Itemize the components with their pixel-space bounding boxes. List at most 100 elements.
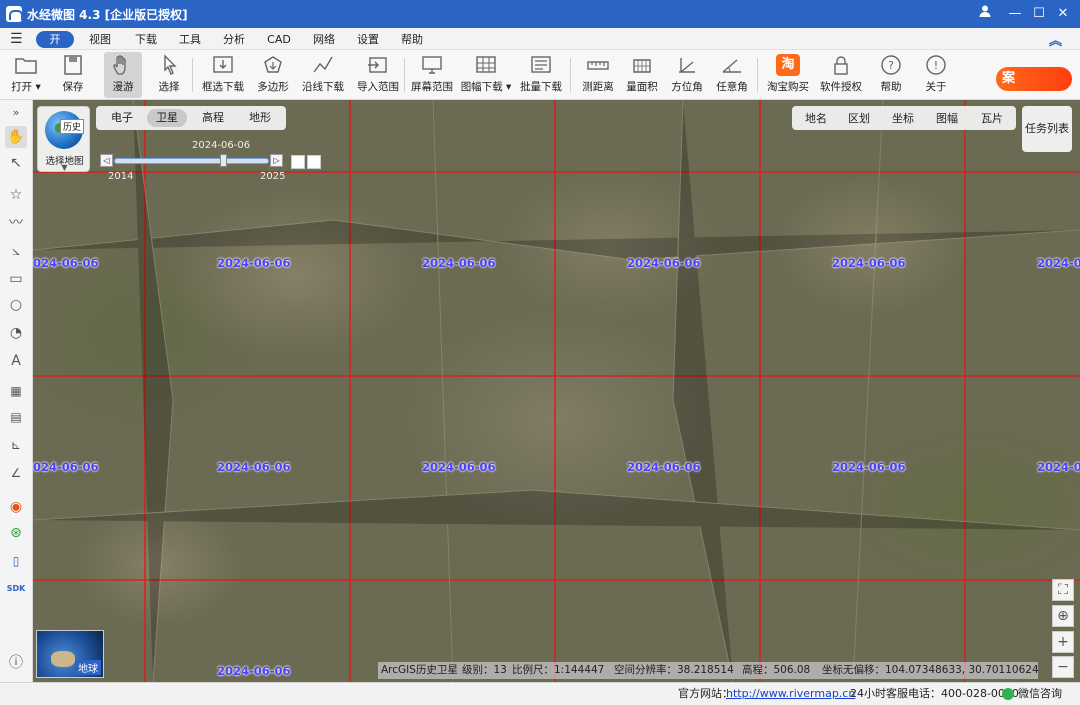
- box-download-icon: [213, 56, 233, 73]
- box-download-label: 框选下载: [202, 81, 244, 93]
- toolbar-separator: [757, 58, 758, 92]
- zoom-in-button[interactable]: +: [1052, 631, 1074, 653]
- maximize-button[interactable]: ☐: [1028, 4, 1050, 24]
- draw-sector-icon[interactable]: ◔: [5, 322, 27, 344]
- select-button[interactable]: 选择: [143, 52, 195, 98]
- menu-analysis[interactable]: 分析: [220, 31, 248, 48]
- taobao-buy-button[interactable]: 淘 淘宝购买: [762, 52, 814, 98]
- status-level: 级别：13: [462, 664, 507, 676]
- map-type-electronic[interactable]: 电子: [102, 109, 142, 127]
- layer-sheets[interactable]: 图幅: [927, 110, 967, 126]
- expand-sidebar-icon[interactable]: »: [5, 102, 27, 124]
- any-angle-button[interactable]: 任意角: [706, 52, 758, 98]
- map-canvas[interactable]: 2024-06-06 2024-06-06 2024-06-06 2024-06…: [33, 100, 1080, 682]
- collapse-ribbon-icon[interactable]: ︽: [1049, 30, 1062, 49]
- fullscreen-icon[interactable]: ⛶: [1052, 579, 1074, 601]
- link-icon[interactable]: ⊛: [5, 522, 27, 544]
- screen-range-button[interactable]: 屏幕范围: [406, 52, 458, 98]
- select-arrow-icon[interactable]: ↖: [5, 152, 27, 174]
- lock-icon: [834, 56, 848, 75]
- open-button[interactable]: 打开 ▾: [0, 52, 52, 98]
- status-resolution: 空间分辨率：38.218514: [614, 664, 734, 676]
- draw-marker-icon[interactable]: ☆: [5, 184, 27, 206]
- select-map-button[interactable]: 历史 选择地图 ▼: [37, 106, 90, 172]
- ruler-icon[interactable]: ▦: [5, 380, 27, 402]
- toolbar: 打开 ▾ 保存 漫游 选择 框选下载 多边形 沿线下载 导入范围 屏幕范围 图幅…: [0, 50, 1080, 100]
- menu-view[interactable]: 视图: [86, 31, 114, 48]
- batch-icon: [531, 56, 551, 73]
- earth-globe-icon[interactable]: ◉: [5, 496, 27, 518]
- menu-download[interactable]: 下载: [132, 31, 160, 48]
- layer-coordinates[interactable]: 坐标: [883, 110, 923, 126]
- about-label: 关于: [925, 81, 947, 93]
- menu-cad[interactable]: CAD: [264, 31, 294, 48]
- grid-date-label: 2024-06-06: [422, 460, 496, 474]
- menu-tools[interactable]: 工具: [176, 31, 204, 48]
- line-download-icon: [313, 56, 333, 73]
- timeline-current-date: 2024-06-06: [192, 140, 251, 151]
- status-source: ArcGIS历史卫星: [381, 664, 458, 676]
- title-bar: 水经微图 4.3 [企业版已授权] — ☐ ✕: [0, 0, 1080, 28]
- area-icon: [633, 59, 651, 73]
- task-list-button[interactable]: 任务列表: [1022, 106, 1072, 152]
- zoom-out-button[interactable]: −: [1052, 656, 1074, 678]
- draw-circle-icon[interactable]: ○: [5, 294, 27, 316]
- import-range-label: 导入范围: [357, 81, 399, 93]
- box-download-button[interactable]: 框选下载: [197, 52, 249, 98]
- angle-icon[interactable]: ∠: [5, 462, 27, 484]
- menu-settings[interactable]: 设置: [354, 31, 382, 48]
- timeline-option-box[interactable]: [307, 155, 321, 169]
- grid-date-label: 2024-06-06: [832, 460, 906, 474]
- layer-tiles[interactable]: 瓦片: [972, 110, 1012, 126]
- map-type-elevation[interactable]: 高程: [193, 109, 233, 127]
- draw-rectangle-icon[interactable]: ▭: [5, 268, 27, 290]
- layer-divisions[interactable]: 区划: [839, 110, 879, 126]
- user-icon[interactable]: [974, 4, 996, 24]
- timeline-next-button[interactable]: ▷: [270, 154, 283, 167]
- help-circle-icon[interactable]: ⓘ: [5, 652, 27, 674]
- history-timeline: 2024-06-06 ◁ ▷ 2014 2025: [96, 140, 326, 184]
- taobao-buy-label: 淘宝购买: [767, 81, 809, 93]
- area-icon[interactable]: ▤: [5, 406, 27, 428]
- timeline-slider-thumb[interactable]: [220, 154, 227, 167]
- locate-icon[interactable]: ⊕: [1052, 605, 1074, 627]
- pan-hand-icon[interactable]: ✋: [5, 126, 27, 148]
- wechat-consult-link[interactable]: 微信咨询: [1018, 683, 1062, 705]
- window-title: 水经微图 4.3 [企业版已授权]: [27, 8, 188, 22]
- sheet-download-button[interactable]: 图幅下载 ▾: [460, 52, 512, 98]
- website-link[interactable]: http://www.rivermap.cn: [726, 683, 855, 705]
- azimuth-icon[interactable]: ⊾: [5, 434, 27, 456]
- pan-button[interactable]: 漫游: [104, 52, 142, 98]
- chevron-down-icon: ▼: [61, 163, 68, 172]
- license-button[interactable]: 软件授权: [815, 52, 867, 98]
- import-range-button[interactable]: 导入范围: [352, 52, 404, 98]
- timeline-option-box[interactable]: [291, 155, 305, 169]
- grid-date-label: 2024-06-06: [217, 256, 291, 270]
- earth-view-thumbnail[interactable]: 地球: [36, 630, 104, 678]
- brand-banner[interactable]: 案: [996, 67, 1072, 91]
- draw-text-icon[interactable]: A: [5, 350, 27, 372]
- timeline-slider[interactable]: [114, 158, 269, 164]
- line-download-button[interactable]: 沿线下载: [297, 52, 349, 98]
- phone-icon[interactable]: ▯: [5, 550, 27, 572]
- menu-network[interactable]: 网络: [310, 31, 338, 48]
- sdk-icon[interactable]: SDK: [5, 578, 27, 600]
- minimize-button[interactable]: —: [1004, 4, 1026, 24]
- layer-toggle-bar: 地名 区划 坐标 图幅 瓦片: [792, 106, 1016, 130]
- map-type-satellite[interactable]: 卫星: [147, 109, 187, 127]
- close-button[interactable]: ✕: [1052, 4, 1074, 24]
- grid-date-label: 2024-06-06: [1037, 256, 1080, 270]
- save-button[interactable]: 保存: [47, 52, 99, 98]
- menu-start[interactable]: 开始: [36, 31, 74, 63]
- layer-placenames[interactable]: 地名: [796, 110, 836, 126]
- about-button[interactable]: ! 关于: [910, 52, 962, 98]
- taobao-icon: 淘: [776, 54, 800, 76]
- batch-download-button[interactable]: 批量下载: [515, 52, 567, 98]
- timeline-prev-button[interactable]: ◁: [100, 154, 113, 167]
- draw-line-icon[interactable]: 〰: [5, 212, 27, 234]
- polygon-button[interactable]: 多边形: [247, 52, 299, 98]
- menu-help[interactable]: 帮助: [398, 31, 426, 48]
- hamburger-menu-icon[interactable]: ☰: [10, 31, 23, 47]
- draw-polyline-icon[interactable]: ⦣: [5, 240, 27, 262]
- map-type-terrain[interactable]: 地形: [240, 109, 280, 127]
